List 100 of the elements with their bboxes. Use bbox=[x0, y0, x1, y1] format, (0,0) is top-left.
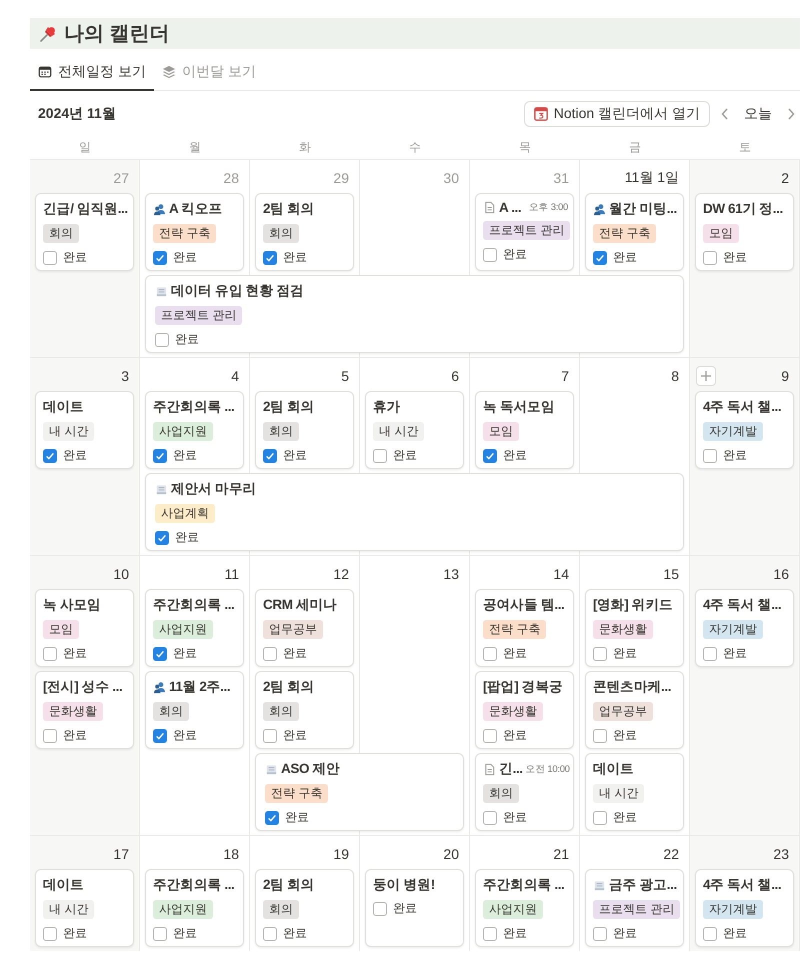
category-tag: 프로젝트 관리 bbox=[593, 900, 680, 919]
checkbox[interactable] bbox=[483, 810, 497, 824]
checkbox[interactable] bbox=[593, 810, 607, 824]
date-label: 11 bbox=[224, 566, 239, 582]
event-card[interactable]: 데이트 내 시간 완료 bbox=[585, 753, 684, 831]
event-card[interactable]: 월간 미팅... 전략 구축 완료 bbox=[585, 193, 684, 271]
event-card[interactable]: 2팀 회의 회의 완료 bbox=[255, 671, 354, 749]
category-tag: 회의 bbox=[263, 900, 299, 919]
today-button[interactable]: 오늘 bbox=[740, 103, 776, 125]
checkbox[interactable] bbox=[153, 926, 167, 940]
event-card[interactable]: 11월 2주... 회의 완료 bbox=[145, 671, 244, 749]
checkbox[interactable] bbox=[263, 250, 277, 264]
checkbox[interactable] bbox=[593, 250, 607, 264]
event-title: 2팀 회의 bbox=[263, 876, 314, 894]
checkbox[interactable] bbox=[483, 728, 497, 742]
date-label: 19 bbox=[333, 846, 349, 862]
checkbox[interactable] bbox=[373, 902, 387, 916]
event-title: 주간회의록 ... bbox=[153, 398, 234, 416]
event-card[interactable]: 2팀 회의 회의 완료 bbox=[255, 193, 354, 271]
view-tab[interactable]: 전체일정 보기 bbox=[30, 57, 154, 91]
checkbox[interactable] bbox=[43, 728, 57, 742]
open-calendar-button[interactable]: Notion 캘린더에서 열기 bbox=[524, 101, 710, 127]
event-title: CRM 세미나 bbox=[263, 596, 337, 614]
event-card[interactable]: [영화] 위키드 문화생활 완료 bbox=[585, 589, 684, 667]
event-card[interactable]: 금주 광고... 프로젝트 관리 완료 bbox=[585, 869, 684, 947]
event-card[interactable]: 둥이 병원! 완료 bbox=[365, 869, 464, 947]
event-card[interactable]: 제안서 마무리 사업계획 완료 bbox=[145, 473, 684, 551]
checkbox[interactable] bbox=[263, 926, 277, 940]
checkbox-label: 완료 bbox=[63, 249, 87, 266]
event-card[interactable]: 4주 독서 챌... 자기계발 완료 bbox=[695, 589, 794, 667]
event-card[interactable]: 긴... 오전 10:00 회의 완료 bbox=[475, 753, 574, 831]
checkbox-label: 완료 bbox=[393, 900, 417, 917]
checkbox[interactable] bbox=[263, 646, 277, 660]
checkbox[interactable] bbox=[593, 728, 607, 742]
checkbox[interactable] bbox=[43, 926, 57, 940]
event-card[interactable]: A ... 오후 3:00 프로젝트 관리 완료 bbox=[475, 193, 574, 271]
checkbox[interactable] bbox=[155, 332, 169, 346]
checkbox[interactable] bbox=[43, 448, 57, 462]
checkbox[interactable] bbox=[153, 646, 167, 660]
event-title: 데이트 bbox=[593, 760, 634, 778]
chevron-right-icon bbox=[786, 107, 796, 121]
checkbox[interactable] bbox=[483, 448, 497, 462]
event-card[interactable]: 주간회의록 ... 사업지원 완료 bbox=[145, 391, 244, 469]
event-card[interactable]: 주간회의록 ... 사업지원 완료 bbox=[145, 869, 244, 947]
checkbox[interactable] bbox=[483, 248, 497, 262]
event-title: ASO 제안 bbox=[281, 760, 340, 778]
event-card[interactable]: 데이트 내 시간 완료 bbox=[35, 391, 134, 469]
event-card[interactable]: 긴급/ 임직원... 회의 완료 bbox=[35, 193, 134, 271]
checkbox[interactable] bbox=[703, 448, 717, 462]
month-label: 2024년 11월 bbox=[37, 105, 116, 123]
checkbox[interactable] bbox=[263, 728, 277, 742]
event-card[interactable]: 휴가 내 시간 완료 bbox=[365, 391, 464, 469]
event-card[interactable]: 데이트 내 시간 완료 bbox=[35, 869, 134, 947]
date-label: 27 bbox=[113, 170, 129, 186]
checkbox[interactable] bbox=[373, 448, 387, 462]
checkbox[interactable] bbox=[153, 728, 167, 742]
event-card[interactable]: 주간회의록 ... 사업지원 완료 bbox=[145, 589, 244, 667]
event-card[interactable]: 녹 독서모임 모임 완료 bbox=[475, 391, 574, 469]
event-card[interactable]: 콘텐츠마케... 업무공부 완료 bbox=[585, 671, 684, 749]
checkbox[interactable] bbox=[153, 250, 167, 264]
checkbox[interactable] bbox=[265, 810, 279, 824]
event-card[interactable]: DW 61기 정... 모임 완료 bbox=[695, 193, 794, 271]
event-card[interactable]: 2팀 회의 회의 완료 bbox=[255, 391, 354, 469]
add-event-button[interactable] bbox=[696, 366, 716, 386]
event-card[interactable]: 데이터 유입 현황 점검 프로젝트 관리 완료 bbox=[145, 275, 684, 353]
event-title: 긴... bbox=[499, 760, 523, 778]
event-card[interactable]: ASO 제안 전략 구축 완료 bbox=[255, 753, 464, 831]
weekday-label: 금 bbox=[628, 138, 642, 156]
checkbox[interactable] bbox=[593, 926, 607, 940]
checkbox[interactable] bbox=[703, 926, 717, 940]
checkbox-label: 완료 bbox=[503, 645, 527, 662]
event-title: 2팀 회의 bbox=[263, 678, 314, 696]
event-card[interactable]: 주간회의록 ... 사업지원 완료 bbox=[475, 869, 574, 947]
event-card[interactable]: 2팀 회의 회의 완료 bbox=[255, 869, 354, 947]
event-card[interactable]: [전시] 성수 ... 문화생활 완료 bbox=[35, 671, 134, 749]
document-icon bbox=[483, 762, 496, 776]
checkbox[interactable] bbox=[155, 530, 169, 544]
category-tag: 전략 구축 bbox=[593, 224, 656, 243]
checkbox[interactable] bbox=[43, 250, 57, 264]
checkbox[interactable] bbox=[483, 646, 497, 660]
date-label: 28 bbox=[223, 170, 239, 186]
checkbox[interactable] bbox=[703, 250, 717, 264]
event-card[interactable]: [팝업] 경복궁 문화생활 완료 bbox=[475, 671, 574, 749]
date-label: 13 bbox=[443, 566, 459, 582]
checkbox[interactable] bbox=[483, 926, 497, 940]
checkbox[interactable] bbox=[43, 646, 57, 660]
checkbox[interactable] bbox=[703, 646, 717, 660]
event-title: 데이트 bbox=[43, 876, 84, 894]
checkbox[interactable] bbox=[263, 448, 277, 462]
category-tag: 회의 bbox=[43, 224, 79, 243]
checkbox[interactable] bbox=[153, 448, 167, 462]
event-card[interactable]: 공여사들 템... 전략 구축 완료 bbox=[475, 589, 574, 667]
category-tag: 프로젝트 관리 bbox=[155, 306, 242, 325]
event-card[interactable]: A 킥오프 전략 구축 완료 bbox=[145, 193, 244, 271]
event-card[interactable]: 녹 사모임 모임 완료 bbox=[35, 589, 134, 667]
event-card[interactable]: 4주 독서 챌... 자기계발 완료 bbox=[695, 391, 794, 469]
event-card[interactable]: CRM 세미나 업무공부 완료 bbox=[255, 589, 354, 667]
event-card[interactable]: 4주 독서 챌... 자기계발 완료 bbox=[695, 869, 794, 947]
checkbox[interactable] bbox=[593, 646, 607, 660]
people-icon bbox=[153, 680, 166, 694]
